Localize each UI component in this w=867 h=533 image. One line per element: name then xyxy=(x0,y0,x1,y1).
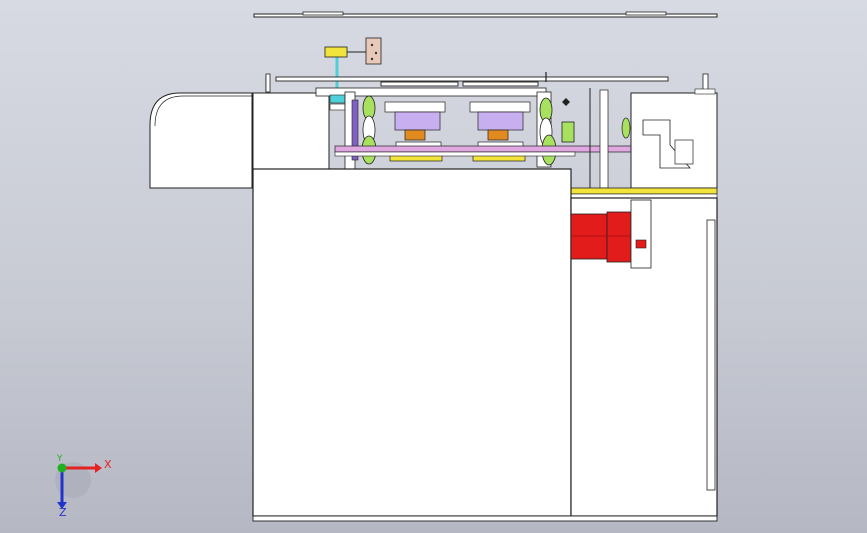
right-upper-housing[interactable] xyxy=(589,88,718,189)
x-axis-arrow xyxy=(95,463,102,473)
top-sensor-bracket[interactable] xyxy=(324,37,382,90)
top-plate[interactable] xyxy=(253,11,718,18)
left-hood[interactable] xyxy=(149,92,253,189)
drive-mechanism[interactable] xyxy=(315,87,661,173)
yellow-rail[interactable] xyxy=(569,187,718,195)
upper-left-housing[interactable] xyxy=(252,92,330,170)
x-axis-label: X xyxy=(104,458,112,471)
z-axis-label: Z xyxy=(59,506,67,519)
axis-triad: X Y Z xyxy=(55,454,112,519)
y-axis-dot xyxy=(57,463,67,473)
cad-drawing[interactable]: X Y Z xyxy=(0,0,867,533)
cad-viewport[interactable]: X Y Z xyxy=(0,0,867,533)
y-axis-label: Y xyxy=(56,454,63,464)
